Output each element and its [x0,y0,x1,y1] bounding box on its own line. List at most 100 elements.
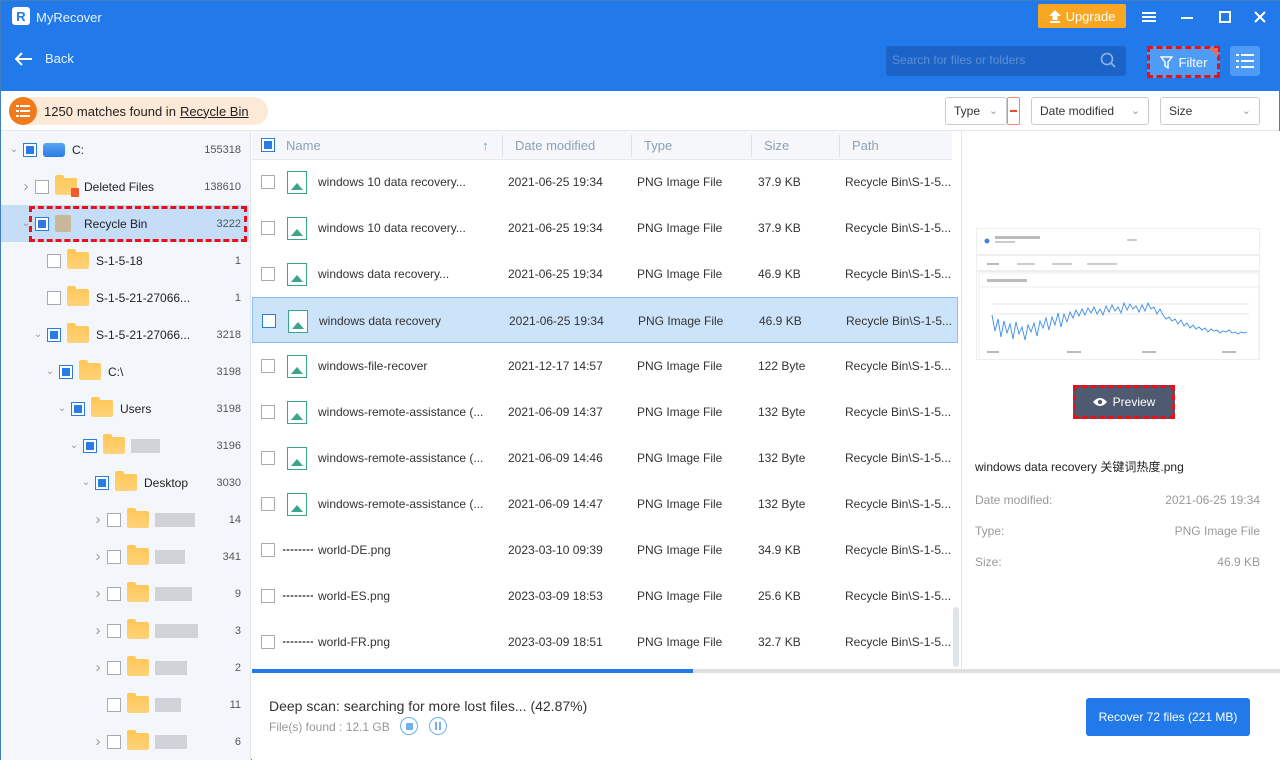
file-checkbox[interactable] [261,221,275,235]
pause-scan-button[interactable] [429,717,447,735]
maximize-button[interactable] [1214,7,1236,27]
column-divider[interactable] [502,135,503,157]
file-row[interactable]: windows data recovery 2021-06-25 19:34 PNG… [252,297,958,343]
search-icon[interactable] [1100,52,1116,68]
tree-checkbox[interactable] [107,660,121,675]
chevron-down-icon[interactable]: ⌄ [69,440,79,451]
tree-node[interactable]: ⌄ 3196 [1,427,249,464]
tree-node[interactable]: › 2 [1,649,249,686]
tree-node[interactable]: 11 [1,686,249,723]
file-checkbox[interactable] [261,175,275,189]
tree-node[interactable]: ⌄ S-1-5-21-27066... 3218 [1,316,249,353]
file-row[interactable]: windows-remote-assistance (... 2021-06-09… [252,389,958,435]
column-name[interactable]: Name [286,138,321,153]
tree-node[interactable]: › Deleted Files 138610 [1,168,249,205]
chevron-right-icon[interactable]: › [93,511,103,528]
chevron-right-icon[interactable]: › [93,622,103,639]
file-row[interactable]: windows 10 data recovery... 2021-06-25 19… [252,159,958,205]
list-view-button[interactable] [1230,46,1260,76]
chevron-right-icon[interactable]: › [93,585,103,602]
chevron-down-icon[interactable]: ⌄ [33,329,43,340]
remove-type-filter-button[interactable] [1007,97,1020,125]
file-checkbox[interactable] [261,359,275,373]
file-checkbox[interactable] [261,267,275,281]
tree-checkbox[interactable] [83,438,97,453]
tree-checkbox[interactable] [107,734,121,749]
tree-checkbox[interactable] [107,697,121,712]
back-button[interactable]: Back [15,51,74,66]
tree-checkbox[interactable] [35,179,49,194]
tree-node[interactable]: › 9 [1,575,249,612]
tree-checkbox[interactable] [71,401,85,416]
date-filter-dropdown[interactable]: Date modified ⌄ [1031,97,1149,125]
file-row[interactable]: windows data recovery... 2021-06-25 19:34… [252,251,958,297]
column-type[interactable]: Type [644,138,672,153]
file-checkbox[interactable] [261,451,275,465]
tree-node[interactable]: ⌄ C: 155318 [1,131,249,168]
file-row[interactable]: world-FR.png 2023-03-09 18:51 PNG Image Fi… [252,619,958,665]
select-all-checkbox[interactable] [261,138,275,152]
minimize-button[interactable] [1176,7,1198,27]
filter-button[interactable]: Filter [1147,46,1220,78]
file-row[interactable]: windows-file-recover 2021-12-17 14:57 PNG … [252,343,958,389]
chevron-right-icon[interactable]: › [93,733,103,750]
file-row[interactable]: windows 10 data recovery... 2021-06-25 19… [252,205,958,251]
chevron-right-icon[interactable]: › [93,659,103,676]
tree-node[interactable]: S-1-5-18 1 [1,242,249,279]
column-divider[interactable] [631,135,632,157]
preview-button[interactable]: Preview [1073,385,1175,419]
file-checkbox[interactable] [261,405,275,419]
search-box[interactable] [886,46,1126,76]
file-row[interactable]: world-DE.png 2023-03-10 09:39 PNG Image Fi… [252,527,958,573]
tree-node[interactable]: S-1-5-21-27066... 1 [1,279,249,316]
tree-checkbox[interactable] [47,253,61,268]
tree-checkbox[interactable] [47,290,61,305]
file-checkbox[interactable] [261,635,275,649]
recover-button[interactable]: Recover 72 files (221 MB) [1086,698,1250,736]
tree-node[interactable]: ⌄ C:\ 3198 [1,353,249,390]
tree-node[interactable]: ⌄ Recycle Bin 3222 [1,205,249,242]
file-row[interactable]: windows-remote-assistance (... 2021-06-09… [252,481,958,527]
stop-scan-button[interactable] [400,717,418,735]
file-row[interactable]: windows-remote-assistance (... 2021-06-09… [252,435,958,481]
tree-node[interactable]: › 6 [1,723,249,760]
tree-checkbox[interactable] [107,586,121,601]
file-list-scrollbar[interactable] [953,607,959,667]
chevron-right-icon[interactable]: › [93,548,103,565]
tree-node[interactable]: › 341 [1,538,249,575]
search-input[interactable] [892,53,1092,67]
tree-node[interactable]: ⌄ Users 3198 [1,390,249,427]
column-size[interactable]: Size [764,138,789,153]
chevron-down-icon[interactable]: ⌄ [9,144,19,155]
chevron-down-icon[interactable]: ⌄ [21,218,31,229]
menu-button[interactable] [1138,7,1160,27]
sort-ascending-icon[interactable]: ↑ [482,138,489,153]
match-location-link[interactable]: Recycle Bin [180,104,249,119]
tree-checkbox[interactable] [47,327,61,342]
chevron-right-icon[interactable]: › [21,178,31,195]
file-checkbox[interactable] [261,497,275,511]
tree-checkbox[interactable] [59,364,73,379]
column-path[interactable]: Path [852,138,879,153]
tree-checkbox[interactable] [35,216,49,231]
chevron-down-icon[interactable]: ⌄ [81,477,91,488]
column-divider[interactable] [751,135,752,157]
size-filter-dropdown[interactable]: Size ⌄ [1160,97,1260,125]
type-filter-dropdown[interactable]: Type ⌄ [945,97,1007,125]
file-row[interactable]: world-ES.png 2023-03-09 18:53 PNG Image Fi… [252,573,958,619]
file-checkbox[interactable] [261,543,275,557]
tree-checkbox[interactable] [95,475,109,490]
chevron-down-icon[interactable]: ⌄ [57,403,67,414]
tree-checkbox[interactable] [107,549,121,564]
close-button[interactable] [1249,7,1271,27]
column-divider[interactable] [839,135,840,157]
upgrade-button[interactable]: Upgrade [1038,4,1126,28]
file-checkbox[interactable] [262,314,276,328]
file-checkbox[interactable] [261,589,275,603]
tree-checkbox[interactable] [107,512,121,527]
chevron-down-icon[interactable]: ⌄ [45,366,55,377]
tree-node[interactable]: › 3 [1,612,249,649]
tree-checkbox[interactable] [23,142,37,157]
tree-node[interactable]: › 14 [1,501,249,538]
tree-node[interactable]: ⌄ Desktop 3030 [1,464,249,501]
